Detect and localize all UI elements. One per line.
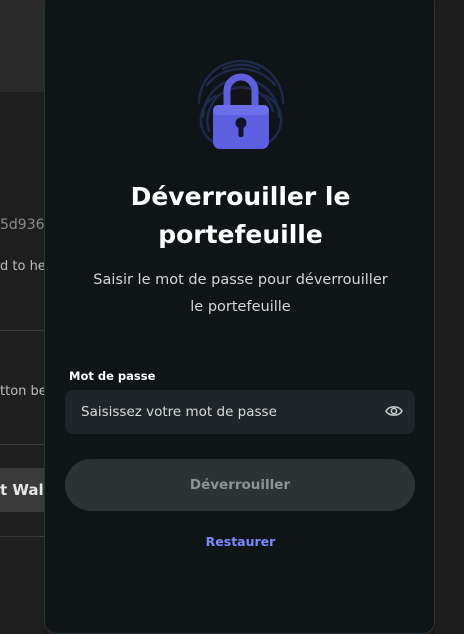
subtitle-line: le portefeuille xyxy=(190,299,291,315)
dialog-subtitle: Saisir le mot de passe pour déverrouille… xyxy=(65,267,416,321)
fingerprint-lock-icon xyxy=(197,59,285,149)
title-line: portefeuille xyxy=(158,220,323,249)
background-divider xyxy=(0,330,44,331)
background-button-hint: tton be xyxy=(0,384,44,399)
background-wallet-button: t Wall xyxy=(0,468,44,512)
password-label: Mot de passe xyxy=(69,369,156,383)
eye-icon[interactable] xyxy=(385,404,403,418)
background-address: 5d936 xyxy=(0,217,44,233)
password-input[interactable] xyxy=(65,390,415,434)
title-line: Déverrouiller le xyxy=(130,182,351,211)
background-panel xyxy=(0,92,44,634)
background-divider xyxy=(0,536,44,537)
dialog-title: Déverrouiller le portefeuille xyxy=(45,178,436,254)
restore-link[interactable]: Restaurer xyxy=(45,534,436,549)
background-hint: d to he xyxy=(0,259,44,274)
unlock-wallet-dialog: Déverrouiller le portefeuille Saisir le … xyxy=(44,0,435,634)
background-header xyxy=(0,0,44,92)
unlock-button[interactable]: Déverrouiller xyxy=(65,459,415,511)
subtitle-line: Saisir le mot de passe pour déverrouille… xyxy=(93,272,388,288)
background-divider xyxy=(0,444,44,445)
background-right-panel xyxy=(435,0,464,634)
